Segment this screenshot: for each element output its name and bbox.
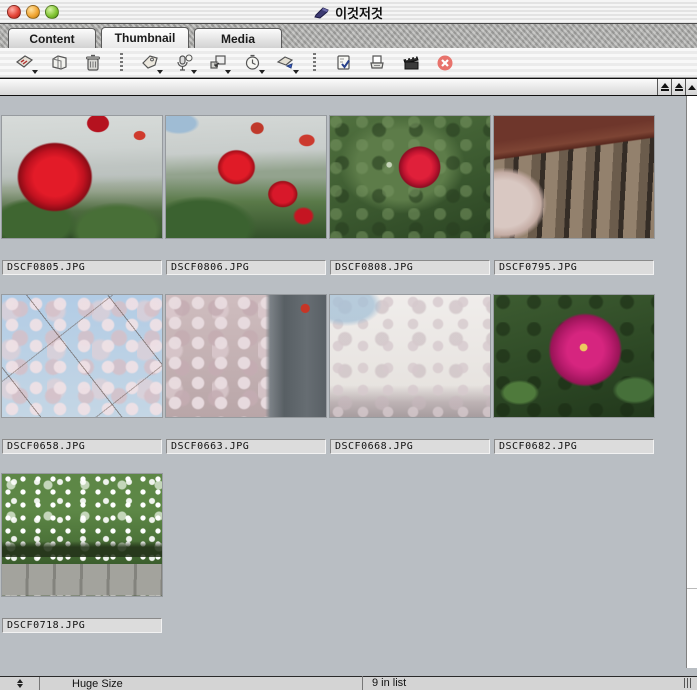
tag-button[interactable] [137,51,163,75]
thumbnail-cell[interactable]: DSCF0795.JPG [494,116,654,275]
sort-header [0,78,697,96]
tab-content[interactable]: Content [8,28,96,48]
thumbnail-cell[interactable]: DSCF0658.JPG [2,295,162,454]
send-icon [276,54,296,71]
checklist-icon [335,54,352,72]
tab-thumbnail[interactable]: Thumbnail [101,27,189,48]
toolbar [0,48,697,78]
print-icon [368,54,386,72]
tab-bar: Content Thumbnail Media [0,24,697,48]
photo-thumbnail[interactable] [330,295,490,417]
resize-grip-icon[interactable] [684,678,693,688]
remove-button[interactable] [432,51,458,75]
thumbnail-grid: DSCF0805.JPG DSCF0806.JPG DSCF0808.JPG DSCF… [0,96,686,633]
filename-label[interactable]: DSCF0718.JPG [2,618,162,633]
tab-media[interactable]: Media [194,28,282,48]
remove-icon [436,54,454,72]
filename-label[interactable]: DSCF0795.JPG [494,260,654,275]
photo-thumbnail[interactable] [166,295,326,417]
movie-button[interactable] [398,51,424,75]
minimize-button[interactable] [26,5,40,19]
thumbnail-cell[interactable]: DSCF0805.JPG [2,116,162,275]
photo-thumbnail[interactable] [494,116,654,238]
application-window: 이것저것 Content Thumbnail Media [0,0,697,690]
window-title: 이것저것 [335,3,383,22]
toolbar-separator [120,53,123,73]
photo-thumbnail[interactable] [330,116,490,238]
size-label[interactable]: Huge Size [72,678,123,690]
movie-icon [402,54,421,71]
trash-icon [85,54,101,72]
thumbnail-cell[interactable]: DSCF0808.JPG [330,116,490,275]
filename-label[interactable]: DSCF0806.JPG [166,260,326,275]
filename-label[interactable]: DSCF0808.JPG [330,260,490,275]
sort-up-button[interactable] [657,79,671,95]
photo-thumbnail[interactable] [2,474,162,596]
stamp-edit-button[interactable] [12,51,38,75]
notebook-icon [314,6,330,19]
item-count: 9 in list [372,677,406,689]
thumbnail-cell[interactable]: DSCF0682.JPG [494,295,654,454]
vertical-scrollbar[interactable] [686,96,697,668]
close-button[interactable] [7,5,21,19]
toolbar-separator [313,53,316,73]
thumbnail-cell[interactable]: DSCF0718.JPG [2,474,162,633]
status-divider [362,676,363,690]
photo-thumbnail[interactable] [494,295,654,417]
tag-icon [141,54,160,71]
size-arrows-icon [17,679,23,688]
filename-label[interactable]: DSCF0658.JPG [2,439,162,454]
photo-thumbnail[interactable] [2,116,162,238]
photo-thumbnail[interactable] [2,295,162,417]
send-button[interactable] [273,51,299,75]
trash-button[interactable] [80,51,106,75]
timer-icon [244,54,261,71]
photo-thumbnail[interactable] [166,116,326,238]
filename-label[interactable]: DSCF0663.JPG [166,439,326,454]
filename-label[interactable]: DSCF0668.JPG [330,439,490,454]
sort-partial-button[interactable] [685,79,697,95]
size-stepper[interactable] [0,677,40,690]
timer-button[interactable] [239,51,265,75]
sort-eject-button[interactable] [671,79,685,95]
duplicate-button[interactable] [46,51,72,75]
resize-button[interactable] [205,51,231,75]
resize-icon [209,54,227,71]
thumbnail-cell[interactable]: DSCF0668.JPG [330,295,490,454]
filename-label[interactable]: DSCF0682.JPG [494,439,654,454]
statusbar: Huge Size [0,676,697,690]
thumbnail-view: DSCF0805.JPG DSCF0806.JPG DSCF0808.JPG DSCF… [0,96,686,676]
zoom-button[interactable] [45,5,59,19]
print-button[interactable] [364,51,390,75]
voice-memo-button[interactable] [171,51,197,75]
thumbnail-cell[interactable]: DSCF0663.JPG [166,295,326,454]
thumbnail-cell[interactable]: DSCF0806.JPG [166,116,326,275]
duplicate-icon [50,54,69,71]
titlebar[interactable]: 이것저것 [0,0,697,24]
filename-label[interactable]: DSCF0805.JPG [2,260,162,275]
checklist-button[interactable] [330,51,356,75]
